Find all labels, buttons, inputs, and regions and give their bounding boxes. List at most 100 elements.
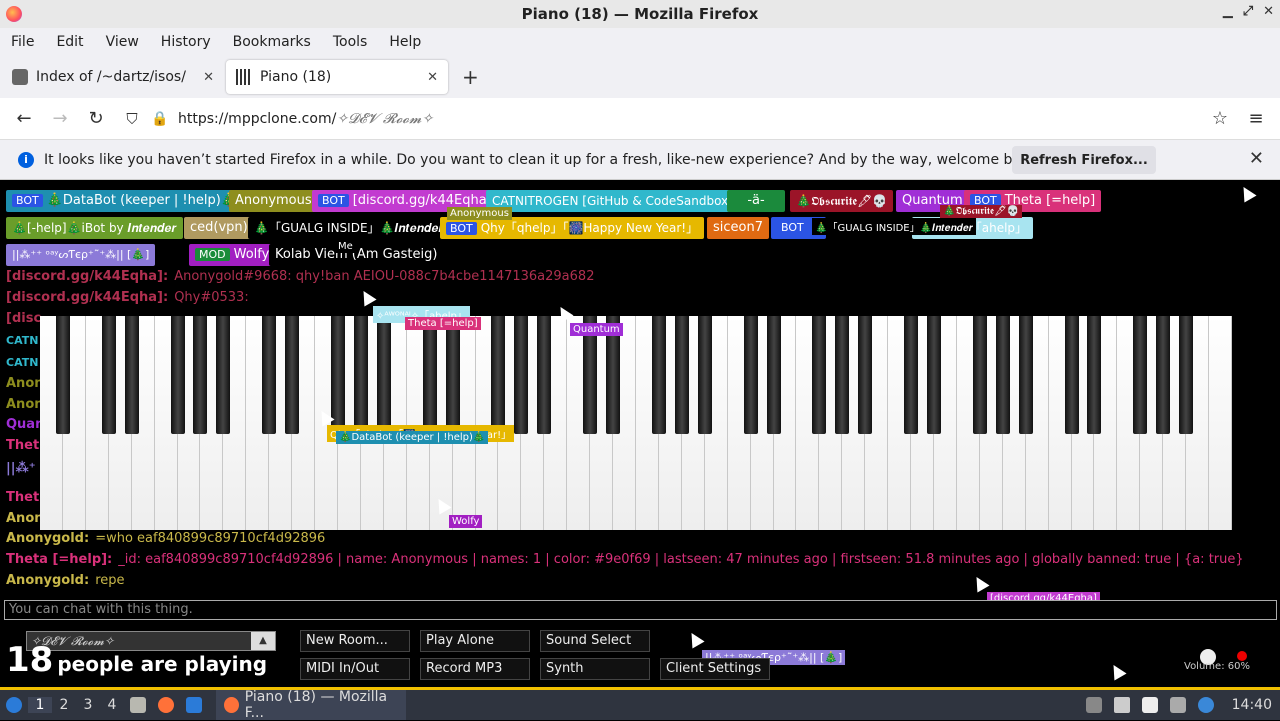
cursor-icon <box>1237 183 1257 203</box>
user-tag[interactable]: 🎄𝕺𝖇𝖘𝖈𝖚𝖗𝖎𝖙𝖊🖋💀 <box>790 190 894 212</box>
start-menu-icon[interactable] <box>6 697 22 713</box>
menu-bookmarks[interactable]: Bookmarks <box>222 34 322 50</box>
reload-icon[interactable]: ↻ <box>78 108 114 129</box>
black-key[interactable] <box>170 316 185 434</box>
black-key[interactable] <box>285 316 300 434</box>
file-manager-icon[interactable] <box>130 697 146 713</box>
user-tag[interactable]: Anonymous <box>229 190 318 212</box>
play-alone-button[interactable]: Play Alone <box>420 630 530 652</box>
menu-view[interactable]: View <box>95 34 150 50</box>
workspace-1[interactable]: 1 <box>28 697 52 713</box>
black-key[interactable] <box>1064 316 1079 434</box>
close-icon[interactable]: ✕ <box>1263 4 1274 19</box>
user-name: [discord.gg/k44Eqha] <box>352 193 492 208</box>
piano-keyboard[interactable] <box>40 316 1232 530</box>
user-tag[interactable]: ced(vpn) <box>184 217 254 239</box>
sound-select-button[interactable]: Sound Select <box>540 630 650 652</box>
black-key[interactable] <box>537 316 552 434</box>
user-tag[interactable]: CATNITROGEN [GitHub & CodeSandbox] <box>486 190 739 212</box>
white-key[interactable] <box>1209 316 1232 530</box>
black-key[interactable] <box>491 316 506 434</box>
black-key[interactable] <box>376 316 391 434</box>
black-key[interactable] <box>1133 316 1148 434</box>
taskbar: 1 2 3 4 Piano (18) — Mozilla F... 14:40 <box>0 687 1280 721</box>
tray-up-icon[interactable] <box>1086 697 1102 713</box>
menu-history[interactable]: History <box>150 34 222 50</box>
user-tag[interactable]: ||⁂⁺⁺ ᵒᵃʸᔕƬєρ⁺˜⁺⁂|| [🎄] <box>6 244 156 266</box>
url-bar[interactable]: https://mppclone.com/ ✧𝓓𝓔𝓥 𝓡𝓸𝓸𝓶✧ <box>178 102 1190 136</box>
terminal-icon[interactable] <box>186 697 202 713</box>
black-key[interactable] <box>1087 316 1102 434</box>
minimize-icon[interactable]: ▁ <box>1223 4 1233 19</box>
black-key[interactable] <box>262 316 277 434</box>
refresh-firefox-button[interactable]: Refresh Firefox... <box>1012 146 1156 174</box>
chat-input[interactable]: You can chat with this thing. <box>4 600 1277 620</box>
record-mp3-button[interactable]: Record MP3 <box>420 658 530 680</box>
black-key[interactable] <box>927 316 941 434</box>
menu-tools[interactable]: Tools <box>322 34 379 50</box>
black-key[interactable] <box>835 316 850 434</box>
back-icon[interactable]: ← <box>6 108 42 129</box>
black-key[interactable] <box>697 316 712 434</box>
black-key[interactable] <box>972 316 987 434</box>
hamburger-menu-icon[interactable]: ≡ <box>1238 108 1274 129</box>
black-key[interactable] <box>651 316 666 434</box>
volume-icon[interactable] <box>1114 697 1130 713</box>
black-key[interactable] <box>674 316 689 434</box>
synth-button[interactable]: Synth <box>540 658 650 680</box>
user-tag[interactable]: BOT 🎄DataBot (keeper | !help)🎄 <box>6 190 244 212</box>
black-key[interactable] <box>193 316 208 434</box>
tab-index-isos[interactable]: Index of /~dartz/isos/ ✕ <box>2 60 224 94</box>
maximize-icon[interactable]: ⤢ <box>1243 4 1253 19</box>
new-room-button[interactable]: New Room... <box>300 630 410 652</box>
black-key[interactable] <box>514 316 529 434</box>
black-key[interactable] <box>743 316 758 434</box>
midi-in-out-button[interactable]: MIDI In/Out <box>300 658 410 680</box>
keyboard-icon[interactable] <box>1170 697 1186 713</box>
black-key[interactable] <box>1156 316 1171 434</box>
workspace-2[interactable]: 2 <box>52 697 76 713</box>
black-key[interactable] <box>55 316 70 434</box>
workspace-3[interactable]: 3 <box>76 697 100 713</box>
client-settings-button[interactable]: Client Settings <box>660 658 770 680</box>
black-key[interactable] <box>422 316 437 434</box>
new-tab-icon[interactable]: + <box>462 65 479 89</box>
black-key[interactable] <box>1179 316 1194 434</box>
black-key[interactable] <box>216 316 231 434</box>
user-tag[interactable]: 🎄「GUALG INSIDE」🎄𝑰𝒏𝒕𝒆𝒏𝒅𝒆𝒓 <box>248 217 450 239</box>
user-tag[interactable]: Kolab Viem (Am Gasteig) <box>269 244 444 266</box>
user-tag[interactable]: MOD Wolfy <box>189 244 276 266</box>
black-key[interactable] <box>766 316 781 434</box>
document-icon[interactable] <box>1142 697 1158 713</box>
menu-file[interactable]: File <box>0 34 45 50</box>
user-name: CATNITROGEN [GitHub & CodeSandbox] <box>492 194 733 208</box>
bookmark-star-icon[interactable]: ☆ <box>1202 108 1238 129</box>
workspace-4[interactable]: 4 <box>100 697 124 713</box>
network-icon[interactable] <box>1198 697 1214 713</box>
lock-icon[interactable]: 🔒 <box>150 111 170 127</box>
user-name: ||⁂⁺⁺ ᵒᵃʸᔕƬєρ⁺˜⁺⁂|| [🎄] <box>12 248 150 261</box>
black-key[interactable] <box>858 316 873 434</box>
black-key[interactable] <box>353 316 368 434</box>
menu-help[interactable]: Help <box>378 34 432 50</box>
black-key[interactable] <box>101 316 116 434</box>
black-key[interactable] <box>445 316 460 434</box>
user-tag[interactable]: -ä- <box>727 190 785 212</box>
taskbar-app-firefox[interactable]: Piano (18) — Mozilla F... <box>216 689 406 721</box>
close-tab-icon[interactable]: ✕ <box>203 70 214 85</box>
tab-piano[interactable]: Piano (18) ✕ <box>226 60 448 94</box>
close-notification-icon[interactable]: ✕ <box>1249 148 1264 169</box>
black-key[interactable] <box>124 316 139 434</box>
user-tag[interactable]: 🎄[-help]🎄iBot by 𝑰𝒏𝒕𝒆𝒏𝒅𝒆𝒓 <box>6 217 183 239</box>
close-tab-icon[interactable]: ✕ <box>427 70 438 85</box>
user-tag[interactable]: BOT Qhy「qhelp」「🎆Happy New Year!」 <box>440 217 705 239</box>
shield-icon[interactable]: ⛉ <box>114 110 150 128</box>
black-key[interactable] <box>904 316 919 434</box>
forward-icon[interactable]: → <box>42 108 78 129</box>
black-key[interactable] <box>995 316 1010 434</box>
firefox-launcher-icon[interactable] <box>158 697 174 713</box>
menu-edit[interactable]: Edit <box>45 34 94 50</box>
black-key[interactable] <box>812 316 827 434</box>
black-key[interactable] <box>1018 316 1033 434</box>
user-tag[interactable]: siceon7 <box>707 217 769 239</box>
